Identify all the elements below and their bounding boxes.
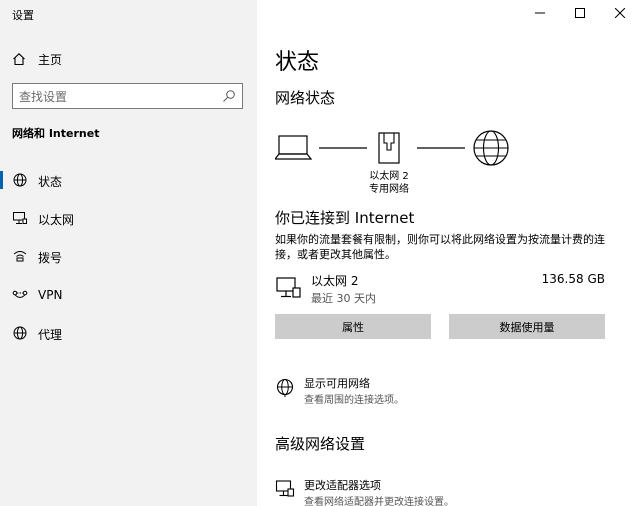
dialup-icon <box>13 251 27 262</box>
window-controls <box>520 0 640 26</box>
globe-antenna-icon <box>276 378 294 397</box>
usage-amount: 136.58 GB <box>541 272 605 286</box>
page-title: 状态 <box>275 50 320 75</box>
adapter-options-title: 更改适配器选项 <box>304 479 381 492</box>
proxy-globe-icon <box>13 326 27 340</box>
network-usage-row: 以太网 2 最近 30 天内 136.58 GB <box>275 272 605 306</box>
section-label: 网络和 Internet <box>12 127 100 140</box>
ethernet-adapter-icon <box>378 132 400 164</box>
connection-status-heading: 你已连接到 Internet <box>275 209 415 227</box>
vpn-icon <box>12 290 28 298</box>
sidebar-item-dialup[interactable]: 拨号 <box>0 243 257 269</box>
window-title: 设置 <box>12 9 34 22</box>
properties-button[interactable]: 属性 <box>275 314 431 339</box>
network-name: 以太网 2 <box>311 274 359 288</box>
sidebar-item-label: VPN <box>38 288 63 302</box>
home-label: 主页 <box>38 52 63 67</box>
sidebar-item-label: 拨号 <box>38 251 63 265</box>
home-nav-item[interactable]: 主页 <box>12 50 62 68</box>
search-input[interactable]: 查找设置 <box>12 83 243 109</box>
network-diagram: 以太网 2 专用网络 <box>273 128 515 198</box>
show-networks-title: 显示可用网络 <box>304 377 370 390</box>
ethernet-pc-icon <box>276 277 301 298</box>
sidebar-item-label: 代理 <box>38 328 63 342</box>
adapter-options-link[interactable]: 更改适配器选项 查看网络适配器并更改连接设置。 <box>275 477 615 506</box>
network-status-title: 网络状态 <box>275 89 336 107</box>
close-button[interactable] <box>600 0 640 26</box>
laptop-icon <box>273 135 313 160</box>
sidebar-item-vpn[interactable]: VPN <box>0 282 257 308</box>
metered-description: 如果你的流量套餐有限制，则你可以将此网络设置为按流量计费的连接，或者更改其他属性… <box>275 233 605 261</box>
show-networks-link[interactable]: 显示可用网络 查看周围的连接选项。 <box>275 375 615 409</box>
sidebar-item-label: 状态 <box>38 175 63 189</box>
search-placeholder: 查找设置 <box>19 89 68 104</box>
home-icon <box>13 53 25 66</box>
network-diagram-graphic <box>273 130 509 166</box>
globe-status-icon <box>13 173 27 187</box>
adapter-name-label: 以太网 2 <box>369 171 409 182</box>
sidebar-item-status[interactable]: 状态 <box>0 167 257 193</box>
sidebar-item-proxy[interactable]: 代理 <box>0 320 257 346</box>
ethernet-icon <box>13 212 27 224</box>
minimize-icon <box>535 12 545 14</box>
main-content: 状态 网络状态 以太网 2 专用网络 你已连接到 Internet 如果你的流量 <box>257 0 640 506</box>
maximize-button[interactable] <box>560 0 600 26</box>
adapter-options-subtitle: 查看网络适配器并更改连接设置。 <box>304 497 454 506</box>
show-networks-subtitle: 查看周围的连接选项。 <box>304 395 404 406</box>
close-icon <box>615 8 625 18</box>
usage-period: 最近 30 天内 <box>311 292 376 305</box>
maximize-icon <box>575 8 585 18</box>
minimize-button[interactable] <box>520 0 560 26</box>
sidebar-item-ethernet[interactable]: 以太网 <box>0 205 257 231</box>
advanced-settings-heading: 高级网络设置 <box>275 435 366 453</box>
adapter-monitor-icon <box>275 480 295 497</box>
sidebar-item-label: 以太网 <box>38 213 75 227</box>
adapter-type-label: 专用网络 <box>369 184 409 195</box>
data-usage-button[interactable]: 数据使用量 <box>449 314 605 339</box>
search-icon[interactable] <box>222 89 236 103</box>
internet-globe-icon <box>473 130 509 166</box>
sidebar: 设置 主页 查找设置 网络和 Internet 状态 以太网 拨号 VPN 代理 <box>0 0 257 506</box>
